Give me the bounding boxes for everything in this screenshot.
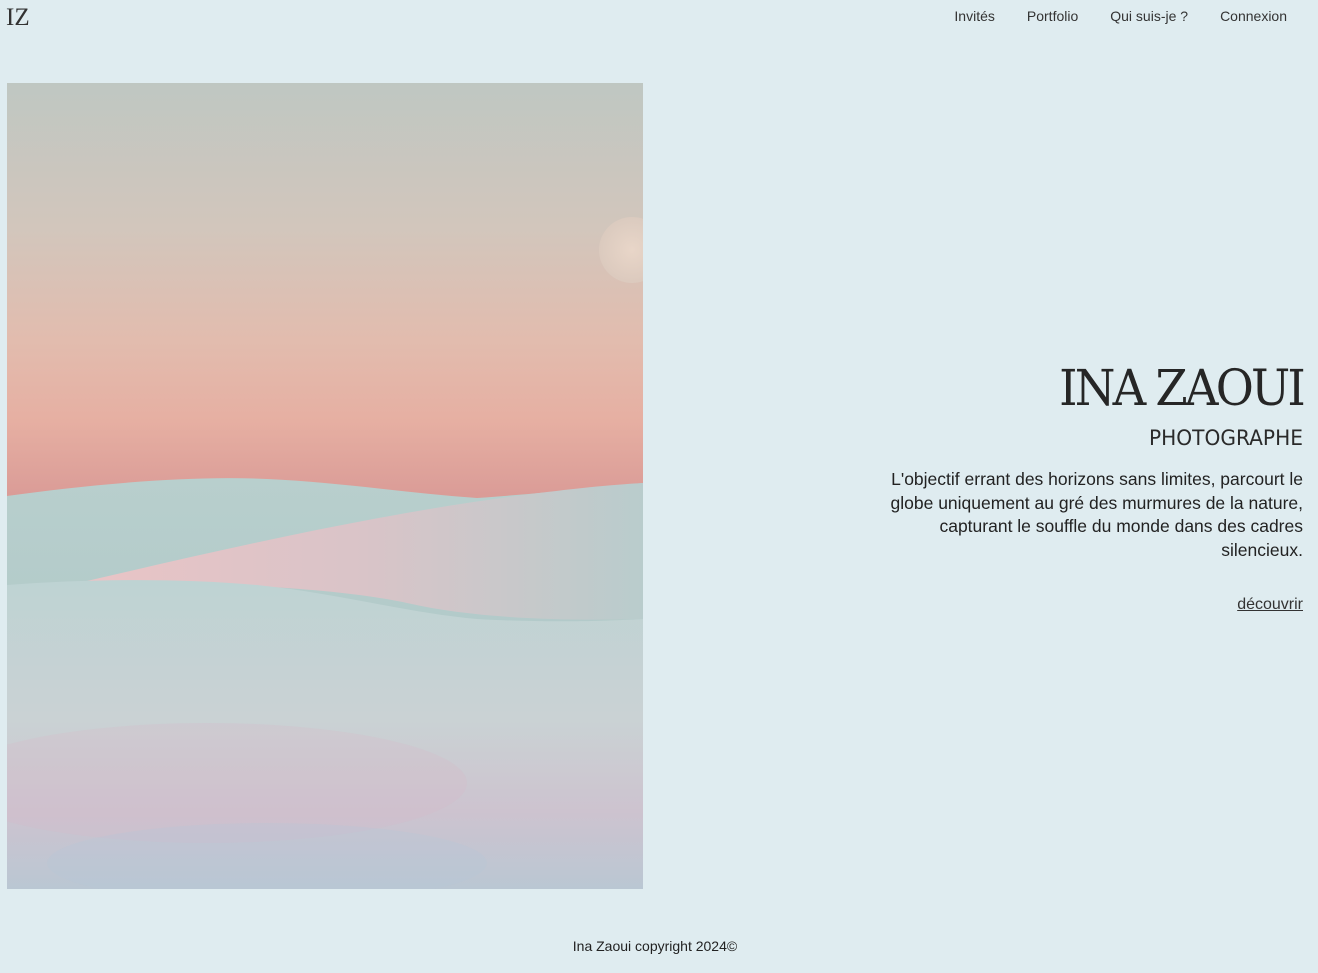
nav-item-portfolio[interactable]: Portfolio — [1027, 8, 1078, 24]
hero-description: L'objectif errant des horizons sans limi… — [890, 469, 1303, 560]
nav-item-about[interactable]: Qui suis-je ? — [1110, 8, 1188, 24]
photographer-role: PHOTOGRAPHE — [1148, 426, 1303, 450]
nav-item-invites[interactable]: Invités — [954, 8, 994, 24]
hero-text: INA ZAOUI PHOTOGRAPHE L'objectif errant … — [863, 359, 1306, 614]
footer-copyright: Ina Zaoui copyright 2024© — [572, 938, 738, 954]
nav-item-login[interactable]: Connexion — [1220, 8, 1287, 24]
photographer-name: INA ZAOUI — [1059, 359, 1306, 417]
discover-link[interactable]: découvrir — [1237, 596, 1303, 614]
main-nav: Invités Portfolio Qui suis-je ? Connexio… — [954, 8, 1287, 24]
site-logo[interactable]: IZ — [6, 4, 30, 32]
hero-photo-desert-dunes — [7, 83, 643, 889]
